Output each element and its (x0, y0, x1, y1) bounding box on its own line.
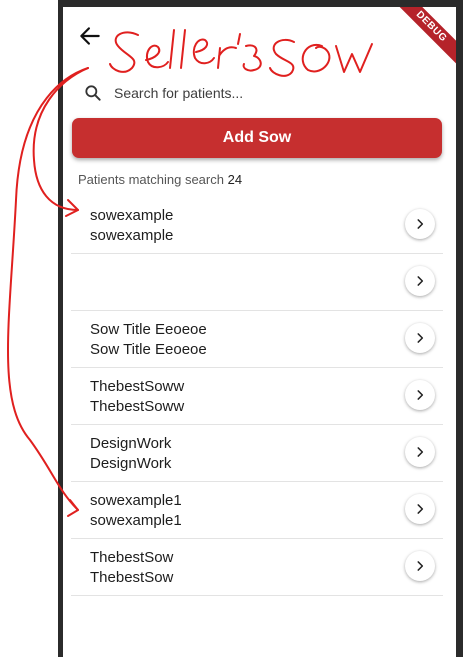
search-icon (85, 85, 101, 101)
chevron-right-icon (417, 504, 424, 514)
list-item[interactable]: sowexample1 sowexample1 (71, 482, 443, 539)
list-item-texts: DesignWork DesignWork (90, 434, 171, 474)
list-item[interactable]: ThebestSoww ThebestSoww (71, 368, 443, 425)
search-bar[interactable] (83, 79, 423, 107)
list-item-subtitle: sowexample1 (90, 512, 182, 529)
chevron-right-icon (417, 276, 424, 286)
list-item-subtitle: ThebestSoww (90, 398, 185, 415)
add-sow-button[interactable]: Add Sow (72, 118, 442, 158)
open-item-button[interactable] (405, 551, 435, 581)
list-item-title: sowexample (90, 207, 174, 224)
search-input[interactable] (112, 84, 416, 102)
list-item[interactable]: DesignWork DesignWork (71, 425, 443, 482)
list-item[interactable] (71, 254, 443, 311)
match-count: 24 (227, 172, 243, 187)
chevron-right-icon (417, 561, 424, 571)
list-item-texts: sowexample sowexample (90, 206, 173, 246)
list-item[interactable]: Sow Title Eeoeoe Sow Title Eeoeoe (71, 311, 443, 368)
device-frame-top (58, 0, 463, 7)
list-item-title: Sow Title Eeoeoe (90, 321, 207, 338)
open-item-button[interactable] (405, 266, 435, 296)
sow-list: sowexample sowexample Sow Title Eeoeoe Sow … (71, 197, 443, 596)
open-item-button[interactable] (405, 437, 435, 467)
list-item[interactable]: sowexample sowexample (71, 197, 443, 254)
match-count-label: Patients matching search 24 (78, 172, 242, 187)
open-item-button[interactable] (405, 494, 435, 524)
list-item-title: sowexample1 (90, 492, 182, 509)
app-screen: DEBUG Add Sow Patients matching search 2… (63, 7, 456, 657)
open-item-button[interactable] (405, 209, 435, 239)
list-item-texts: ThebestSow ThebestSow (90, 548, 173, 588)
match-label-text: Patients matching search (78, 172, 224, 187)
chevron-right-icon (417, 447, 424, 457)
chevron-right-icon (417, 333, 424, 343)
list-item[interactable]: ThebestSow ThebestSow (71, 539, 443, 596)
list-item-title: DesignWork (90, 435, 172, 452)
list-item-texts: ThebestSoww ThebestSoww (90, 377, 184, 417)
left-margin (0, 0, 58, 657)
chevron-right-icon (417, 390, 424, 400)
open-item-button[interactable] (405, 323, 435, 353)
debug-banner: DEBUG (386, 7, 456, 72)
list-item-title: ThebestSoww (90, 378, 185, 395)
open-item-button[interactable] (405, 380, 435, 410)
chevron-right-icon (417, 219, 424, 229)
list-item-subtitle: ThebestSow (90, 569, 174, 586)
device-frame-right (456, 0, 463, 657)
list-item-subtitle: DesignWork (90, 455, 172, 472)
list-item-subtitle: Sow Title Eeoeoe (90, 341, 207, 358)
list-item-texts: Sow Title Eeoeoe Sow Title Eeoeoe (90, 320, 207, 360)
back-arrow-icon[interactable] (77, 23, 103, 49)
list-item-texts: sowexample1 sowexample1 (90, 491, 182, 531)
list-item-subtitle: sowexample (90, 227, 174, 244)
list-item-title: ThebestSow (90, 549, 174, 566)
